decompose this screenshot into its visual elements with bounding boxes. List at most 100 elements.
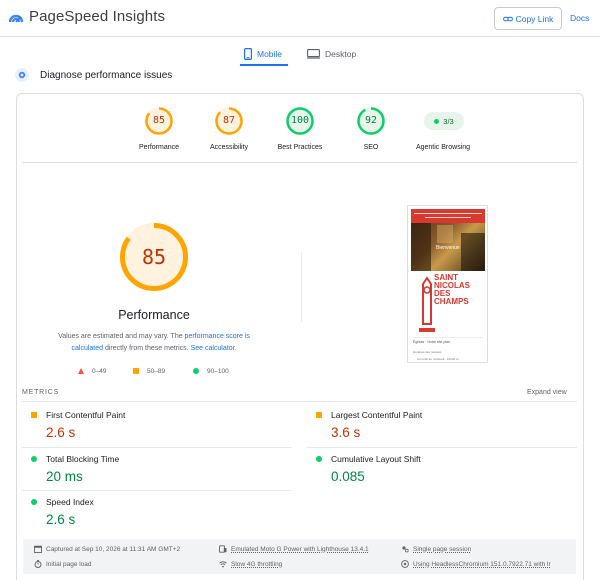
metric-label: Speed Index [46,497,94,507]
metric-lcp: Largest Contentful Paint 3.6 s [316,410,556,440]
divider [307,447,577,448]
gauge-seo[interactable]: 92 SEO [336,106,406,151]
metric-value: 3.6 s [331,425,361,440]
metric-speed-index: Speed Index 2.6 s [31,497,271,527]
copy-link-button[interactable]: Copy Link [494,7,562,30]
score-value: 85 [152,115,166,126]
expand-view-toggle[interactable]: Expand view [527,389,567,396]
score-label: Accessibility [209,144,249,151]
legend-range: 0–49 [92,367,107,375]
browser-text: Using HeadlessChromium 151.0.7922.71 wit… [413,560,551,568]
screenshot-row: Au lundi au vendredi : 12h30 et [417,357,459,361]
metric-label: First Contentful Paint [46,410,126,420]
calendar-icon [34,545,42,553]
agentic-label: Agentic Browsing [415,144,471,151]
agentic-browsing-badge[interactable]: 3/3 [424,112,464,130]
captured-text: Captured at Sep 10, 2026 at 11:31 AM GMT… [46,545,181,553]
screenshot-logo-text: SAINT NICOLAS DES CHAMPS [434,274,470,306]
performance-score: 85 [141,245,167,269]
pass-circle-icon [31,499,37,505]
agentic-value: 3/3 [443,116,454,126]
active-tab-indicator [240,64,288,66]
score-value: 87 [222,115,236,126]
session-text: Single page session [413,545,472,553]
metric-value: 0.085 [331,469,365,484]
screenshot-row: Horaires des messes [413,350,442,354]
tab-mobile[interactable]: Mobile [244,44,282,64]
pass-circle-icon [316,456,322,462]
divider [22,490,292,491]
metric-fcp: First Contentful Paint 2.6 s [31,410,271,440]
initial-load-info: Initial page load [34,560,92,568]
legend-range: 90–100 [207,367,229,375]
session-info[interactable]: Single page session [401,545,471,553]
legend-fail: 0–49 [78,366,106,376]
divider [22,401,577,402]
score-value: 100 [290,115,310,126]
wifi-icon [219,561,227,568]
average-square-icon [316,412,322,418]
metric-value: 20 ms [46,469,83,484]
device-icon [219,545,227,553]
legend-range: 50–89 [147,367,166,375]
device-text: Emulated Moto G Power with Lighthouse 13… [231,545,369,553]
screenshot-photo: Bienvenue [411,223,485,271]
browser-info[interactable]: Using HeadlessChromium 151.0.7922.71 wit… [401,560,551,568]
pass-dot-icon [434,118,440,124]
score-value: 92 [364,115,378,126]
session-icon [402,546,409,553]
legend-average: 50–89 [133,366,165,376]
pass-circle-icon [31,456,37,462]
average-square-icon [31,412,37,418]
divider [22,447,292,448]
screenshot-banner [411,209,485,223]
initial-load-text: Initial page load [46,560,92,568]
device-info[interactable]: Emulated Moto G Power with Lighthouse 13… [219,545,369,553]
gauge-accessibility[interactable]: 87 Accessibility [194,106,264,151]
score-label: Best Practices [277,144,323,151]
score-label: Performance [138,144,180,151]
metric-tbt: Total Blocking Time 20 ms [31,454,271,484]
gauge-performance[interactable]: 85 Performance [124,106,194,151]
screenshot-row: Églises · Notre site plan [413,337,483,346]
timer-icon [34,560,42,568]
link-icon [502,16,513,21]
throttling-info[interactable]: Slow 4G throttling [219,560,282,568]
average-square-icon [133,368,139,374]
logo-line: CHAMPS [434,297,469,306]
divider [22,162,577,163]
app-title: PageSpeed Insights [29,8,166,25]
page-screenshot[interactable]: Bienvenue SAINT NICOLAS DES CHAMPS Églis… [407,205,488,363]
copy-link-label: Copy Link [515,13,554,24]
pass-circle-icon [193,368,199,374]
fail-triangle-icon [78,368,84,374]
smartphone-icon [244,48,252,60]
calculator-link[interactable]: See calculator. [191,345,237,352]
performance-label: Performance [118,308,190,322]
score-label: SEO [363,144,379,151]
runtime-settings: Captured at Sep 10, 2026 at 11:31 AM GMT… [23,539,576,574]
diagnose-icon [15,68,29,82]
metric-label: Largest Contentful Paint [331,410,423,420]
metrics-heading: METRICS [22,389,60,396]
score-note: Values are estimated and may vary. The p… [48,331,260,355]
metric-value: 2.6 s [46,512,76,527]
tab-desktop-label: Desktop [325,49,357,59]
gauge-best-practices[interactable]: 100 Best Practices [265,106,335,151]
pagespeed-logo-icon [8,14,24,23]
throttling-text: Slow 4G throttling [231,560,283,568]
monitor-icon [307,49,320,59]
docs-link[interactable]: Docs [570,13,589,23]
metric-cls: Cumulative Layout Shift 0.085 [316,454,556,484]
app-header: PageSpeed Insights Copy Link Docs [0,0,600,37]
tab-desktop[interactable]: Desktop [307,44,356,64]
tab-mobile-label: Mobile [257,49,283,59]
diagnose-title: Diagnose performance issues [40,70,173,81]
metric-value: 2.6 s [46,425,76,440]
metric-label: Total Blocking Time [46,454,120,464]
legend-pass: 90–100 [193,366,229,376]
note-text: directly from these metrics. [103,345,191,352]
captured-info: Captured at Sep 10, 2026 at 11:31 AM GMT… [34,545,180,553]
note-text: Values are estimated and may vary. The [58,333,185,340]
browser-icon [401,560,409,568]
